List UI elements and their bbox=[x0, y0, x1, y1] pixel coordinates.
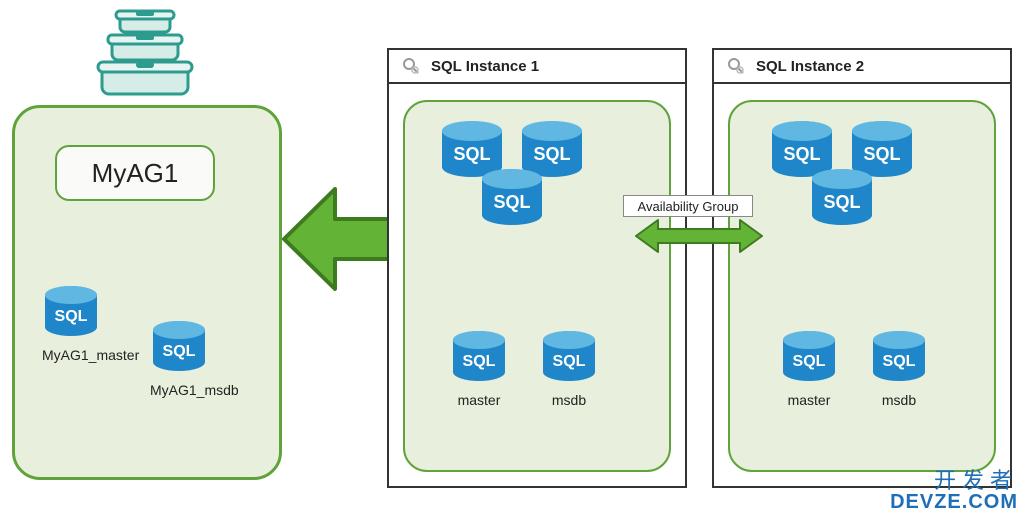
availability-group-label-text: Availability Group bbox=[638, 199, 739, 214]
watermark-cn: 开发者 bbox=[890, 469, 1018, 492]
svg-text:SQL: SQL bbox=[55, 308, 88, 325]
svg-text:SQL: SQL bbox=[463, 353, 496, 370]
ag-title-text: MyAG1 bbox=[92, 158, 179, 189]
sql-db-icon: SQL bbox=[42, 285, 100, 343]
instance1-msdb-db: SQL msdb bbox=[540, 330, 598, 408]
instance-1-header: SQL Instance 1 bbox=[389, 50, 685, 84]
svg-text:SQL: SQL bbox=[533, 144, 570, 164]
sql-db-icon: SQL bbox=[780, 330, 838, 388]
instance-2-header: SQL Instance 2 bbox=[714, 50, 1010, 84]
svg-text:SQL: SQL bbox=[793, 353, 826, 370]
availability-group-title: MyAG1 bbox=[55, 145, 215, 201]
instance1-ag-db-3: SQL bbox=[478, 168, 546, 232]
instance-1-title: SQL Instance 1 bbox=[431, 58, 539, 75]
instance2-master-label: master bbox=[780, 392, 838, 408]
containers-stack-icon bbox=[90, 8, 200, 100]
instance2-master-db: SQL master bbox=[780, 330, 838, 408]
instance1-master-db: SQL master bbox=[450, 330, 508, 408]
svg-text:SQL: SQL bbox=[783, 144, 820, 164]
sql-instance-1-panel: SQL Instance 1 bbox=[387, 48, 687, 488]
sql-instance-2-panel: SQL Instance 2 bbox=[712, 48, 1012, 488]
instance2-msdb-label: msdb bbox=[870, 392, 928, 408]
instance2-ag-db-3: SQL bbox=[808, 168, 876, 232]
svg-text:SQL: SQL bbox=[493, 192, 530, 212]
svg-text:SQL: SQL bbox=[883, 353, 916, 370]
gear-magnifier-icon bbox=[726, 56, 746, 76]
ag-db-msdb-label: MyAG1_msdb bbox=[150, 382, 208, 398]
sql-db-icon: SQL bbox=[540, 330, 598, 388]
ag-db-master-label: MyAG1_master bbox=[42, 347, 100, 363]
gear-magnifier-icon bbox=[401, 56, 421, 76]
sql-db-icon: SQL bbox=[808, 168, 876, 232]
svg-text:SQL: SQL bbox=[163, 343, 196, 360]
big-arrow-left-icon bbox=[280, 185, 400, 293]
watermark: 开发者 DEVZE.COM bbox=[890, 469, 1018, 513]
instance-2-title: SQL Instance 2 bbox=[756, 58, 864, 75]
ag-db-master: SQL MyAG1_master bbox=[42, 285, 100, 363]
sql-db-icon: SQL bbox=[150, 320, 208, 378]
ag-db-msdb: SQL MyAG1_msdb bbox=[150, 320, 208, 398]
instance2-msdb-db: SQL msdb bbox=[870, 330, 928, 408]
watermark-en: DEVZE.COM bbox=[890, 492, 1018, 513]
svg-text:SQL: SQL bbox=[863, 144, 900, 164]
sql-db-icon: SQL bbox=[478, 168, 546, 232]
instance1-msdb-label: msdb bbox=[540, 392, 598, 408]
sql-db-icon: SQL bbox=[450, 330, 508, 388]
svg-text:SQL: SQL bbox=[553, 353, 586, 370]
double-arrow-icon bbox=[634, 218, 764, 254]
availability-group-label: Availability Group bbox=[623, 195, 753, 217]
svg-text:SQL: SQL bbox=[823, 192, 860, 212]
sql-db-icon: SQL bbox=[870, 330, 928, 388]
svg-text:SQL: SQL bbox=[453, 144, 490, 164]
instance1-master-label: master bbox=[450, 392, 508, 408]
